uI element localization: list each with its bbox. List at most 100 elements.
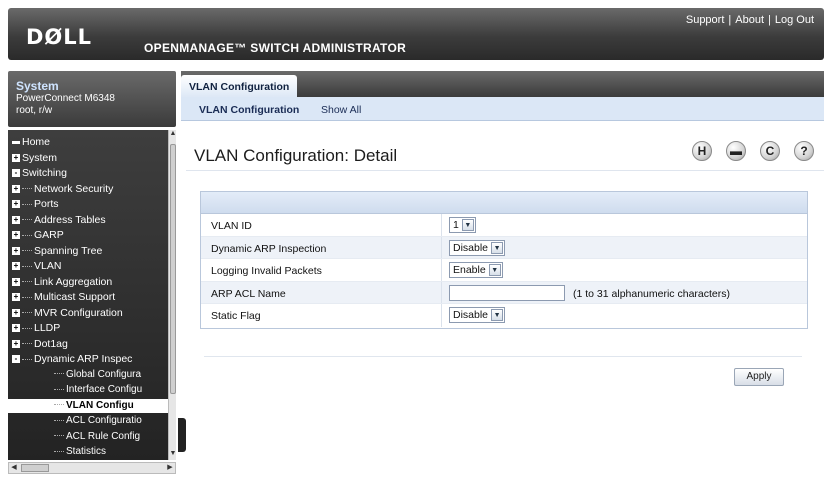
tree-item[interactable]: + LLDP — [8, 321, 60, 335]
refresh-icon[interactable]: C — [760, 141, 780, 161]
static-flag-value: Disable — [453, 309, 489, 321]
tree-item[interactable]: - Dynamic ARP Inspec — [8, 352, 132, 366]
tree-item-label: Spanning Tree — [34, 244, 103, 257]
tree-connector — [22, 250, 32, 252]
app-title: OPENMANAGE™ SWITCH ADMINISTRATOR — [144, 41, 407, 55]
tree-connector — [22, 312, 32, 314]
tree-item[interactable]: ACL Rule Config — [8, 430, 140, 444]
tree-connector — [22, 358, 32, 360]
logout-link[interactable]: Log Out — [775, 14, 814, 26]
tree-item-label: System — [22, 151, 58, 164]
apply-button[interactable]: Apply — [734, 368, 784, 386]
tree-item[interactable]: + System — [8, 151, 57, 165]
vlan-id-label: VLAN ID — [211, 220, 252, 232]
logging-select[interactable]: Enable ▼ — [449, 262, 503, 278]
tree-item[interactable]: + GARP — [8, 228, 64, 242]
expand-icon[interactable]: + — [12, 246, 20, 255]
scroll-down-icon[interactable]: ▼ — [169, 450, 177, 460]
column-divider — [441, 281, 442, 303]
static-flag-select[interactable]: Disable ▼ — [449, 307, 506, 323]
tree-item[interactable]: Statistics — [8, 445, 106, 459]
tree-item[interactable]: Global Configura — [8, 368, 141, 382]
scroll-up-icon[interactable]: ▲ — [169, 130, 177, 140]
tree-connector — [54, 450, 64, 452]
tab-vlan-configuration[interactable]: VLAN Configuration — [181, 75, 298, 97]
scrollbar-thumb[interactable] — [21, 464, 49, 472]
subnav-vlan-configuration[interactable]: VLAN Configuration — [199, 104, 299, 116]
tree-item-label: VLAN — [34, 260, 62, 272]
tree-horizontal-scrollbar[interactable]: ◀ ▶ — [8, 462, 176, 474]
dai-select[interactable]: Disable ▼ — [449, 239, 506, 256]
tree-item[interactable]: + Address Tables — [8, 213, 106, 227]
tree-item-label: Network Security — [34, 182, 114, 195]
about-link[interactable]: About — [735, 14, 764, 26]
scrollbar-thumb[interactable] — [170, 144, 176, 394]
tree-item[interactable]: + Network Security — [8, 182, 113, 196]
tree-item[interactable]: + VLAN — [8, 259, 61, 273]
tree-item-label: Ports — [34, 198, 59, 210]
form-row-dai: Dynamic ARP Inspection Disable ▼ — [201, 236, 807, 259]
tree-item[interactable]: + MVR Configuration — [8, 306, 123, 320]
navigation-tree: Home + System - Switching + Network Security + P… — [8, 130, 168, 460]
expand-icon[interactable]: + — [12, 277, 20, 286]
chevron-down-icon[interactable]: ▼ — [491, 241, 504, 254]
tree-item-label: Dynamic ARP Inspec — [34, 353, 133, 365]
tree-item[interactable]: Interface Configu — [8, 383, 142, 397]
system-label[interactable]: System — [16, 79, 170, 93]
chevron-down-icon[interactable]: ▼ — [488, 264, 501, 276]
tree-item-label: Dot1ag — [34, 337, 68, 350]
tree-item[interactable]: + Link Aggregation — [8, 275, 112, 289]
tree-item[interactable]: + Dot1ag — [8, 337, 68, 351]
tree-item[interactable]: + Ports — [8, 197, 59, 211]
tree-vertical-scrollbar[interactable]: ▲ ▼ — [168, 130, 176, 460]
tree-item-label: Multicast Support — [34, 291, 116, 303]
expand-icon[interactable]: + — [12, 215, 20, 224]
chevron-down-icon[interactable]: ▼ — [491, 309, 504, 321]
tree-item[interactable]: ACL Configuratio — [8, 414, 142, 428]
scroll-right-icon[interactable]: ▶ — [165, 463, 175, 473]
scroll-left-icon[interactable]: ◀ — [9, 463, 19, 473]
tree-item-label: Statistics — [66, 446, 107, 457]
subnav-show-all[interactable]: Show All — [321, 104, 361, 116]
expand-icon[interactable]: + — [12, 339, 20, 348]
form-header-row — [201, 192, 807, 214]
tree-item-label: VLAN Configu — [66, 399, 134, 411]
tree-item-label: Address Tables — [34, 213, 106, 226]
expand-icon[interactable]: + — [12, 293, 20, 302]
sidebar-collapse-handle[interactable] — [178, 418, 186, 452]
tree-item[interactable]: + Spanning Tree — [8, 244, 102, 258]
collapse-icon[interactable]: - — [12, 355, 20, 364]
tree-connector — [54, 373, 64, 375]
expand-icon[interactable]: + — [12, 308, 20, 317]
expand-icon[interactable]: + — [12, 324, 20, 333]
print-icon[interactable]: ▬ — [726, 141, 746, 161]
tree-item[interactable]: + Multicast Support — [8, 290, 115, 304]
vlan-id-select[interactable]: 1 ▼ — [449, 217, 476, 233]
tree-connector — [22, 203, 32, 205]
expand-icon[interactable]: + — [12, 231, 20, 240]
save-icon[interactable]: H — [692, 141, 712, 161]
expand-icon[interactable]: + — [12, 184, 20, 193]
acl-name-input[interactable] — [449, 284, 565, 301]
top-links: Support | About | Log Out — [686, 14, 814, 26]
tree-item[interactable]: VLAN Configu — [8, 398, 168, 413]
tree-item-label: GARP — [34, 229, 64, 241]
chevron-down-icon[interactable]: ▼ — [461, 219, 474, 231]
page-title: VLAN Configuration: Detail — [194, 146, 398, 165]
tree-item[interactable]: - Switching — [8, 166, 67, 180]
tree-connector — [22, 281, 32, 283]
tree-connector — [22, 265, 32, 267]
tree-connector — [22, 343, 32, 345]
tree-item-label: Link Aggregation — [34, 275, 113, 288]
expand-icon[interactable]: + — [12, 153, 20, 162]
link-separator: | — [768, 14, 771, 26]
tree-connector — [22, 327, 32, 329]
expand-icon[interactable]: + — [12, 262, 20, 271]
support-link[interactable]: Support — [686, 14, 725, 26]
tree-connector — [22, 296, 32, 298]
tree-item[interactable]: Home — [8, 135, 50, 149]
collapse-icon[interactable]: - — [12, 169, 20, 178]
expand-icon[interactable]: + — [12, 200, 20, 209]
help-icon[interactable]: ? — [794, 141, 814, 161]
tree-connector — [22, 219, 32, 221]
